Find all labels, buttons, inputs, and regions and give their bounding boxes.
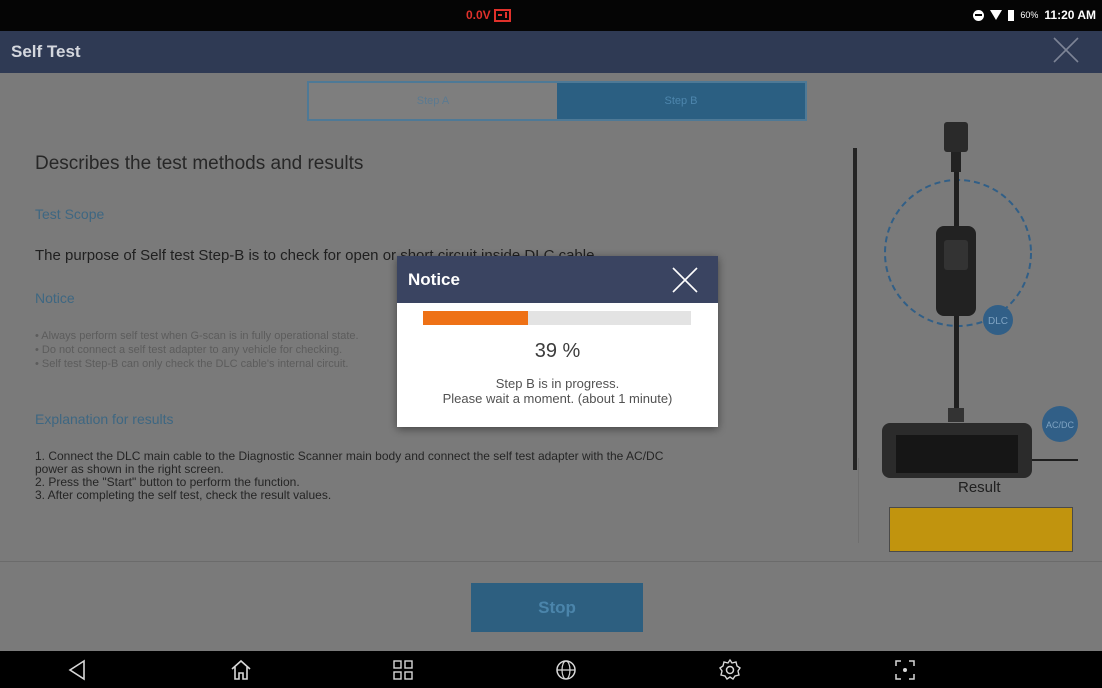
content-heading: Describes the test methods and results <box>35 153 364 174</box>
apps-icon[interactable] <box>391 658 415 682</box>
step-tabs: Step A Step B <box>307 81 807 121</box>
navigation-bar <box>0 651 1102 688</box>
dialog-message: Step B is in progress. Please wait a mom… <box>397 376 718 406</box>
progress-bar <box>423 311 691 325</box>
section-title-results: Explanation for results <box>35 411 174 427</box>
message-line: Please wait a moment. (about 1 minute) <box>442 391 673 406</box>
clock: 11:20 AM <box>1044 8 1096 22</box>
connection-illustration: DLC AC/DC <box>882 122 1078 478</box>
progress-percent: 39 % <box>534 340 581 362</box>
notice-list: • Always perform self test when G-scan i… <box>35 329 359 371</box>
close-icon[interactable] <box>670 265 700 295</box>
close-icon[interactable] <box>1052 36 1080 64</box>
tab-step-a[interactable]: Step A <box>309 83 557 119</box>
dlc-label: DLC <box>988 316 1008 327</box>
notice-item: • Always perform self test when G-scan i… <box>35 330 359 342</box>
message-line: Step B is in progress. <box>495 376 620 391</box>
result-steps: 1. Connect the DLC main cable to the Dia… <box>35 450 815 502</box>
acdc-label: AC/DC <box>1046 420 1075 430</box>
status-bar: 0.0V 60% 11:20 AM <box>0 0 1102 31</box>
section-title-notice: Notice <box>35 290 75 306</box>
voltage-indicator: 0.0V <box>466 8 511 22</box>
settings-icon[interactable] <box>718 658 742 682</box>
screenshot-icon[interactable] <box>893 658 917 682</box>
step-line: 3. After completing the self test, check… <box>35 488 332 502</box>
dlc-adapter-icon <box>936 226 976 316</box>
result-indicator <box>889 507 1073 552</box>
notice-item: • Self test Step-B can only check the DL… <box>35 358 349 370</box>
title-bar: Self Test <box>0 31 1102 73</box>
tab-step-b[interactable]: Step B <box>557 83 805 119</box>
voltage-value: 0.0V <box>466 8 491 22</box>
wifi-icon <box>990 10 1003 20</box>
notice-dialog: Notice 39 % Step B is in progress. Pleas… <box>397 256 718 427</box>
car-battery-icon <box>493 8 511 22</box>
system-status: 60% 11:20 AM <box>973 8 1096 22</box>
page-title: Self Test <box>11 42 81 61</box>
notice-item: • Do not connect a self test adapter to … <box>35 344 343 356</box>
stop-button[interactable]: Stop <box>471 583 643 632</box>
back-icon[interactable] <box>65 658 89 682</box>
scroll-indicator[interactable] <box>853 148 857 470</box>
obd-connector-icon <box>944 122 968 152</box>
browser-icon[interactable] <box>554 658 578 682</box>
dialog-header: Notice <box>397 256 718 303</box>
progress-fill <box>423 311 528 325</box>
result-label: Result <box>958 479 1001 496</box>
home-icon[interactable] <box>229 658 253 682</box>
divider <box>0 561 1102 562</box>
battery-icon <box>1008 9 1015 21</box>
dialog-title: Notice <box>408 270 460 289</box>
section-title-scope: Test Scope <box>35 206 105 222</box>
battery-percent: 60% <box>1020 10 1039 20</box>
do-not-disturb-icon <box>973 9 985 21</box>
divider <box>858 458 859 543</box>
